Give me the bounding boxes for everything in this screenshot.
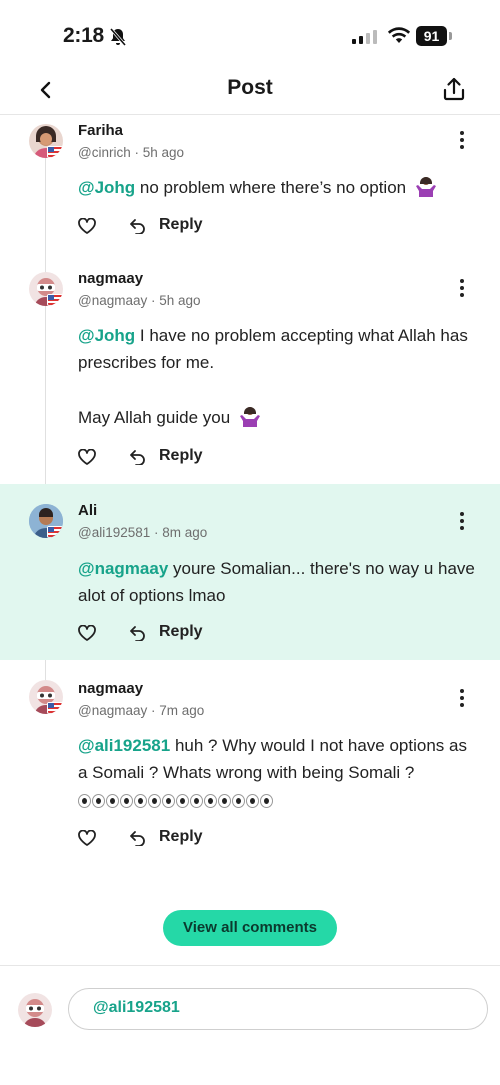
comment-username[interactable]: nagmaay [78,270,143,287]
heart-icon[interactable] [78,830,96,846]
navbar: Post [0,66,500,115]
reply-arrow-icon[interactable] [130,219,146,234]
comment: nagmaay @nagmaay · 5h ago @Johg I have n… [0,262,500,484]
reply-arrow-icon[interactable] [130,831,146,846]
mention-link[interactable]: @ali192581 [78,736,170,755]
reply-arrow-icon[interactable] [130,450,146,465]
comment: nagmaay @nagmaay · 7m ago @ali192581 huh… [0,670,500,870]
battery-icon: 91 [416,26,452,46]
bell-slash-icon [110,28,126,46]
comment-username[interactable]: nagmaay [78,680,143,697]
comment-meta: @nagmaay · 5h ago [78,293,201,308]
reply-button[interactable]: Reply [159,216,203,234]
battery-level: 91 [416,26,447,46]
avatar [18,993,52,1027]
reply-arrow-icon[interactable] [130,626,146,641]
shrug-emoji-icon [415,177,436,197]
comment-text: May Allah guide you [78,408,231,427]
comment-username[interactable]: Fariha [78,122,123,139]
shrug-emoji-icon [239,407,260,427]
signal-icon [352,30,377,44]
comment-username[interactable]: Ali [78,502,97,519]
comment-input-value: @ali192581 [93,999,180,1016]
kebab-menu-icon[interactable] [458,279,466,297]
avatar[interactable] [29,124,63,158]
avatar[interactable] [29,272,63,306]
eyes-emoji-icon [78,793,273,808]
comment-body: @Johg I have no problem accepting what A… [78,322,478,376]
comment-meta: @cinrich · 5h ago [78,145,185,160]
comment-meta: @ali192581 · 8m ago [78,525,208,540]
kebab-menu-icon[interactable] [458,689,466,707]
mention-link[interactable]: @nagmaay [78,559,168,578]
comment-highlighted: Ali @ali192581 · 8m ago @nagmaay youre S… [0,484,500,660]
comment-body: @nagmaay youre Somalian... there's no wa… [78,555,478,609]
page-title: Post [227,76,273,99]
mention-link[interactable]: @Johg [78,178,135,197]
heart-icon[interactable] [78,449,96,465]
reply-button[interactable]: Reply [159,828,203,846]
reply-button[interactable]: Reply [159,447,203,465]
status-bar: 2:18 91 [0,0,500,70]
reply-button[interactable]: Reply [159,623,203,641]
mention-link[interactable]: @Johg [78,326,135,345]
wifi-icon [387,27,411,43]
kebab-menu-icon[interactable] [458,512,466,530]
kebab-menu-icon[interactable] [458,131,466,149]
comment: Fariha @cinrich · 5h ago @Johg no proble… [0,114,500,254]
comment-body-line: May Allah guide you [78,404,478,431]
status-time: 2:18 [63,24,104,47]
avatar[interactable] [29,504,63,538]
comment-text: no problem where there’s no option [135,178,407,197]
comment-body: @ali192581 huh ? Why would I not have op… [78,732,478,813]
comment-text: I have no problem accepting what Allah h… [78,326,468,372]
avatar[interactable] [29,680,63,714]
divider [0,965,500,966]
comment-input[interactable]: @ali192581 [68,988,488,1030]
heart-icon[interactable] [78,625,96,641]
view-all-comments-button[interactable]: View all comments [163,910,337,946]
heart-icon[interactable] [78,218,96,234]
comment-body: @Johg no problem where there’s no option [78,174,478,201]
share-icon[interactable] [442,76,466,102]
comment-meta: @nagmaay · 7m ago [78,703,205,718]
